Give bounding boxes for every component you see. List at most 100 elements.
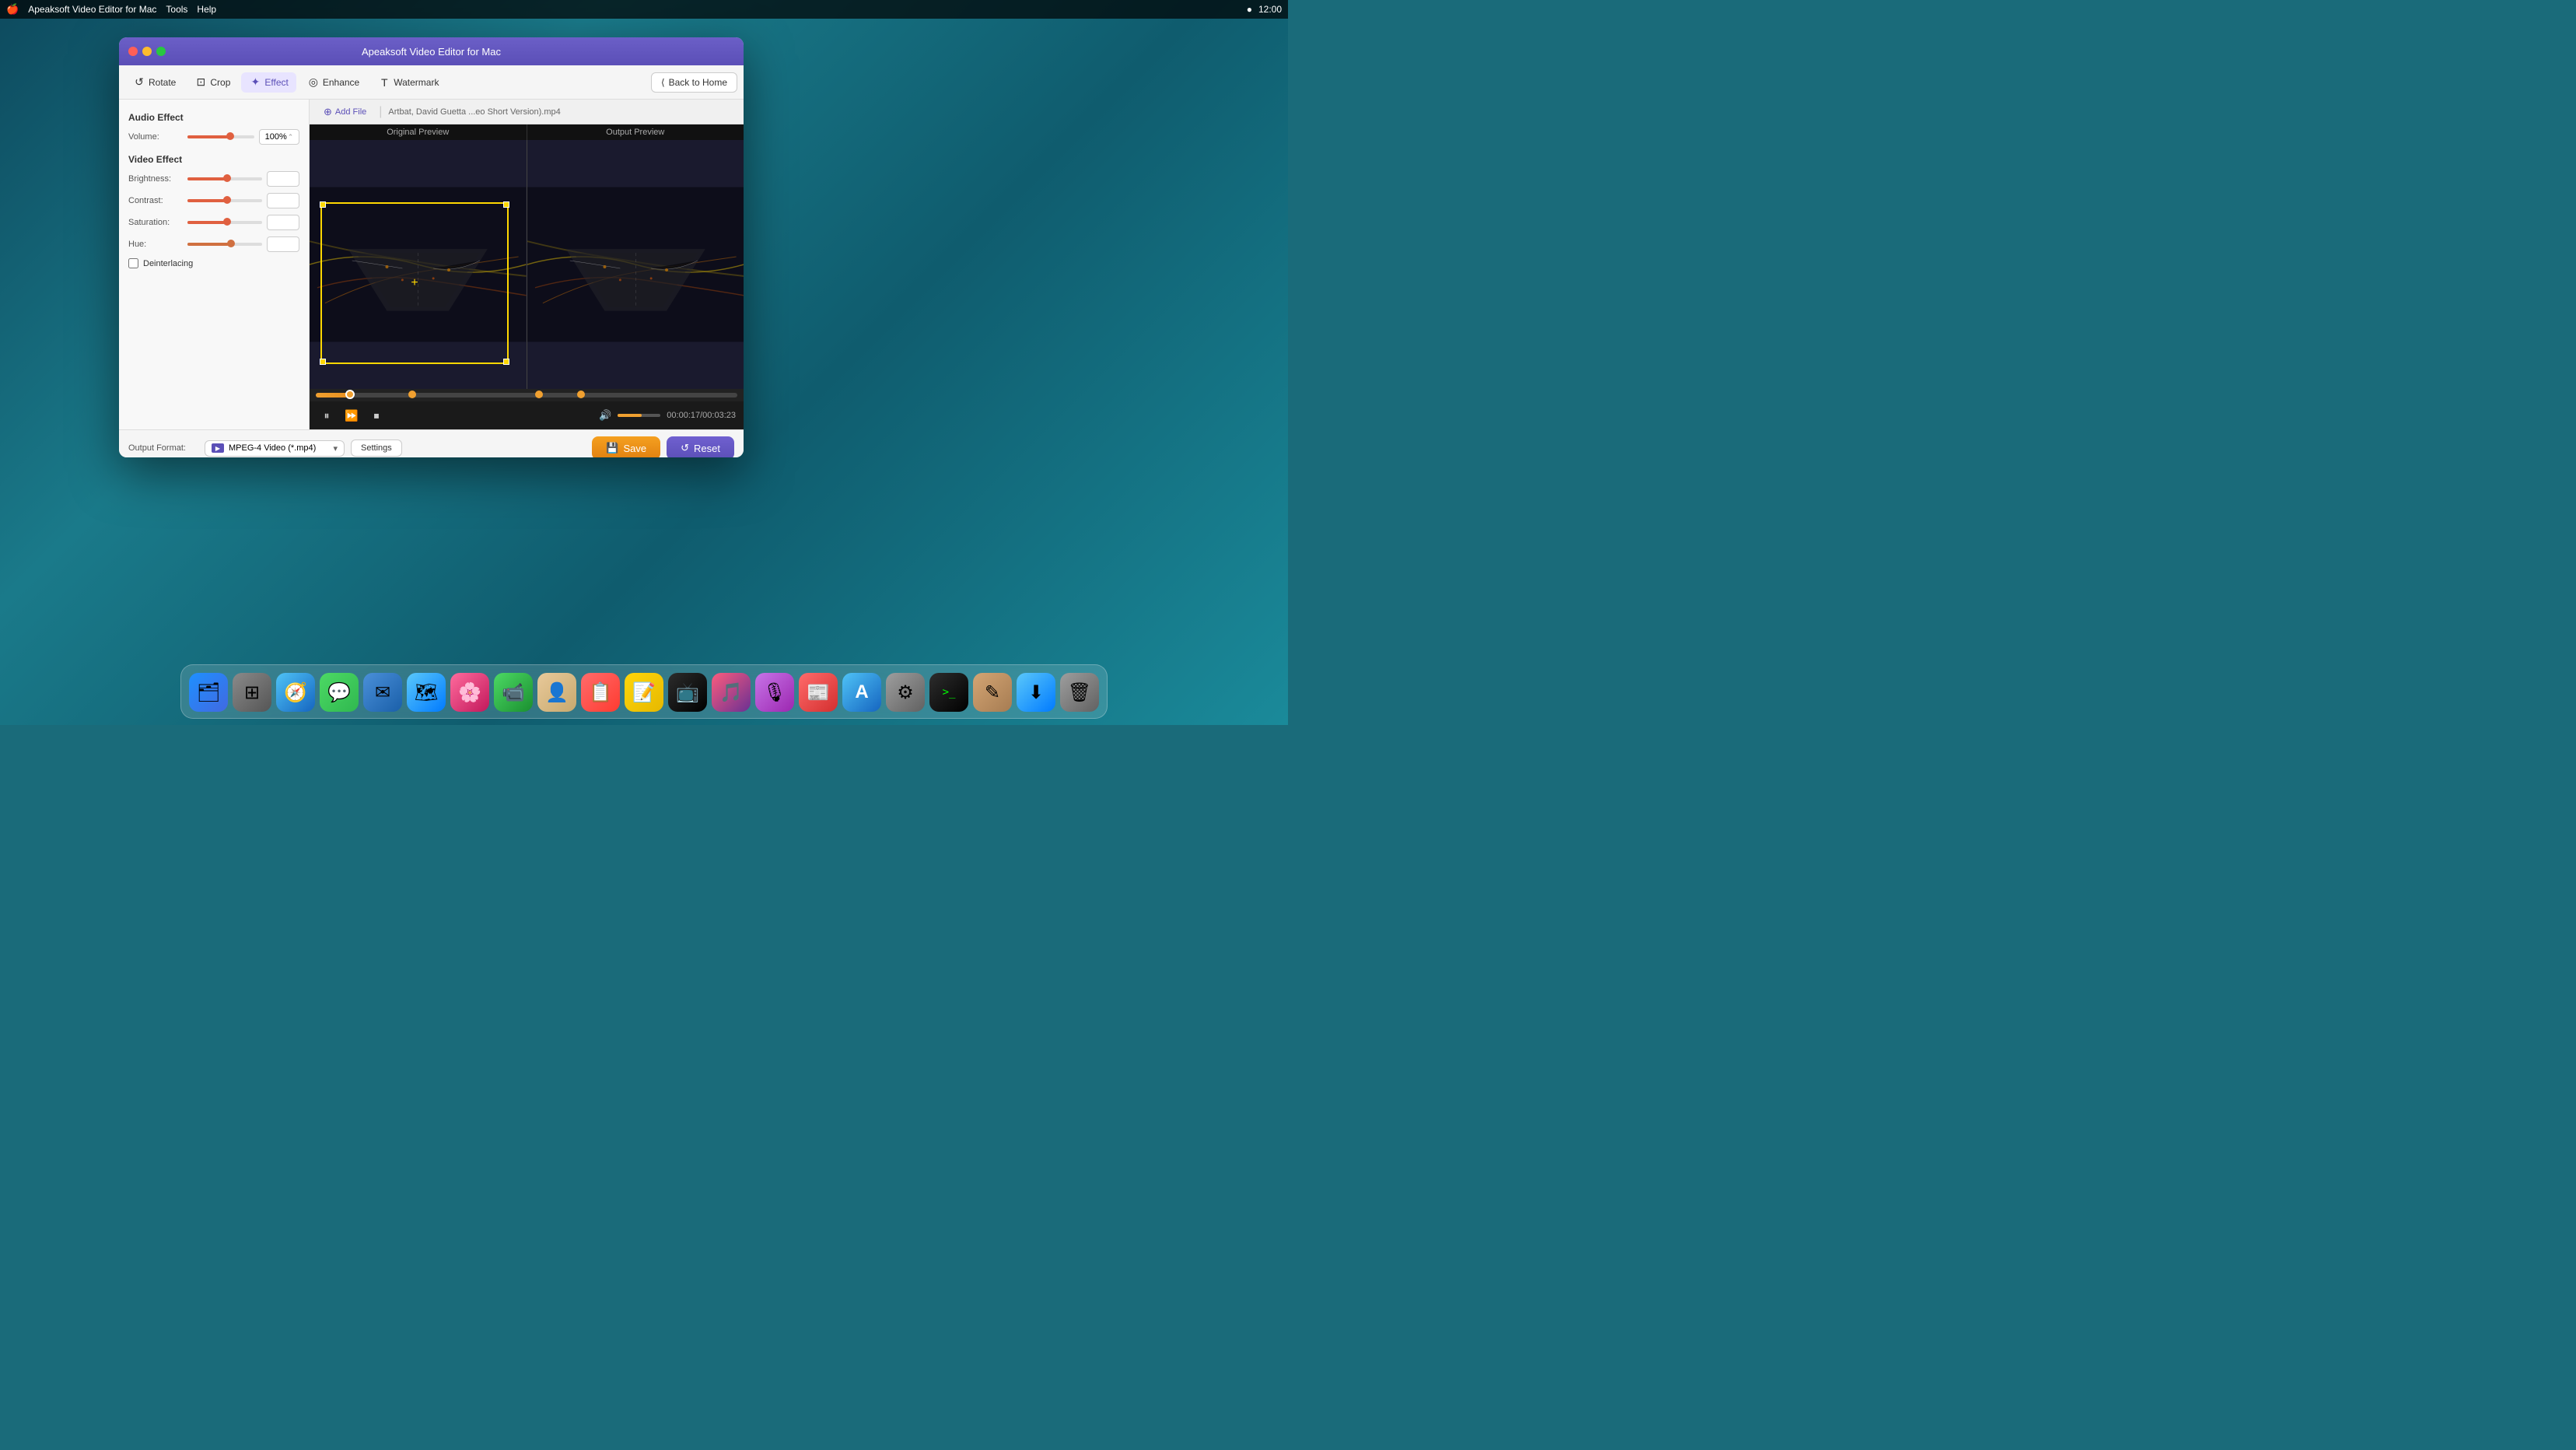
- output-format-row: Output Format: ▶ MPEG-4 Video (*.mp4) ▾ …: [128, 436, 734, 457]
- enhance-icon: ◎: [307, 76, 320, 89]
- bottom-bar: Output Format: ▶ MPEG-4 Video (*.mp4) ▾ …: [119, 429, 744, 457]
- apple-menu[interactable]: 🍎: [6, 3, 19, 16]
- toolbar: ↺ Rotate ⊡ Crop ✦ Effect ◎ Enhance T Wat…: [119, 65, 744, 100]
- volume-label: Volume:: [128, 132, 183, 142]
- dock-photos[interactable]: 🌸: [450, 673, 489, 712]
- dock-trash[interactable]: 🗑: [1060, 673, 1099, 712]
- dock-safari[interactable]: 🧭: [276, 673, 315, 712]
- saturation-row: Saturation: 0: [128, 215, 299, 230]
- dock-mail[interactable]: ✉: [363, 673, 402, 712]
- dock-facetime[interactable]: 📹: [494, 673, 533, 712]
- dock-podcasts[interactable]: 🎙: [755, 673, 794, 712]
- dock-maps[interactable]: 🗺: [407, 673, 446, 712]
- enhance-button[interactable]: ◎ Enhance: [299, 72, 367, 93]
- hue-label: Hue:: [128, 240, 183, 249]
- crop-label: Crop: [210, 77, 230, 88]
- effect-button[interactable]: ✦ Effect: [241, 72, 296, 93]
- enhance-label: Enhance: [323, 77, 359, 88]
- volume-slider[interactable]: [187, 135, 254, 138]
- menubar-wifi-icon: ●: [1247, 4, 1252, 15]
- back-to-home-button[interactable]: ⟨ Back to Home: [651, 72, 737, 93]
- dock-pencil-app[interactable]: ✎: [973, 673, 1012, 712]
- output-preview: [527, 140, 744, 389]
- progress-marker-3: [577, 391, 585, 398]
- dock-contacts[interactable]: 👤: [537, 673, 576, 712]
- volume-slider-video[interactable]: [618, 414, 660, 417]
- audio-section-title: Audio Effect: [128, 112, 299, 123]
- deinterlacing-label: Deinterlacing: [143, 259, 193, 268]
- hue-row: Hue: 0: [128, 236, 299, 252]
- hue-slider[interactable]: [187, 243, 262, 246]
- file-name: Artbat, David Guetta ...eo Short Version…: [388, 107, 560, 117]
- left-panel: Audio Effect Volume: 100% ⌃ Video Effect: [119, 100, 310, 429]
- output-preview-label: Output Preview: [527, 124, 744, 140]
- dock-terminal[interactable]: >_: [929, 673, 968, 712]
- preview-labels: Original Preview Output Preview: [310, 124, 744, 140]
- brightness-label: Brightness:: [128, 174, 183, 184]
- saturation-label: Saturation:: [128, 218, 183, 227]
- dock-appstore[interactable]: A: [842, 673, 881, 712]
- deinterlacing-checkbox[interactable]: [128, 258, 138, 268]
- time-display: 00:00:17/00:03:23: [667, 411, 736, 420]
- format-icon: ▶: [212, 443, 224, 453]
- dock-downloads[interactable]: ⬇: [1017, 673, 1055, 712]
- contrast-input[interactable]: 0: [267, 193, 299, 208]
- preview-area: +: [310, 140, 744, 389]
- pause-button[interactable]: ⏸: [317, 406, 336, 425]
- volume-row: Volume: 100% ⌃: [128, 129, 299, 145]
- save-icon: 💾: [606, 442, 618, 454]
- deinterlacing-row: Deinterlacing: [128, 258, 299, 268]
- window-title: Apeaksoft Video Editor for Mac: [362, 46, 501, 58]
- reset-button[interactable]: ↺ Reset: [667, 436, 734, 457]
- rotate-button[interactable]: ↺ Rotate: [125, 72, 184, 93]
- contrast-label: Contrast:: [128, 196, 183, 205]
- volume-stepper[interactable]: ⌃: [288, 133, 294, 142]
- dock-reminders[interactable]: 📋: [581, 673, 620, 712]
- menubar-app-name[interactable]: Apeaksoft Video Editor for Mac: [28, 4, 156, 15]
- watermark-label: Watermark: [394, 77, 439, 88]
- rotate-label: Rotate: [149, 77, 176, 88]
- add-file-button[interactable]: ⊕ Add File: [317, 103, 373, 121]
- hue-input[interactable]: 0: [267, 236, 299, 252]
- progress-bar-container: [310, 389, 744, 401]
- dock-news[interactable]: 📰: [799, 673, 838, 712]
- saturation-slider[interactable]: [187, 221, 262, 224]
- dock-launchpad[interactable]: ⊞: [233, 673, 271, 712]
- maximize-button[interactable]: [156, 47, 166, 56]
- contrast-slider[interactable]: [187, 199, 262, 202]
- add-file-icon: ⊕: [324, 106, 332, 118]
- fast-forward-button[interactable]: ⏩: [342, 406, 361, 425]
- dock-finder[interactable]: 🗂: [189, 673, 228, 712]
- original-video-content: +: [310, 140, 527, 389]
- save-button[interactable]: 💾 Save: [592, 436, 660, 457]
- minimize-button[interactable]: [142, 47, 152, 56]
- menubar-tools[interactable]: Tools: [166, 4, 187, 15]
- format-dropdown-arrow: ▾: [333, 443, 338, 454]
- saturation-input[interactable]: 0: [267, 215, 299, 230]
- watermark-icon: T: [378, 76, 390, 89]
- dock-music[interactable]: 🎵: [712, 673, 751, 712]
- back-to-home-label: Back to Home: [669, 77, 727, 88]
- output-video-content: [527, 140, 744, 389]
- original-preview: +: [310, 140, 527, 389]
- action-buttons: 💾 Save ↺ Reset: [592, 436, 734, 457]
- brightness-slider[interactable]: [187, 177, 262, 180]
- menubar-help[interactable]: Help: [197, 4, 216, 15]
- add-file-label: Add File: [335, 107, 366, 117]
- format-select[interactable]: ▶ MPEG-4 Video (*.mp4) ▾: [205, 440, 345, 457]
- close-button[interactable]: [128, 47, 138, 56]
- brightness-input[interactable]: 0: [267, 171, 299, 187]
- dock-notes[interactable]: 📝: [625, 673, 663, 712]
- stop-button[interactable]: ⏹: [367, 406, 386, 425]
- progress-track[interactable]: [316, 393, 737, 398]
- dock-systemprefs[interactable]: ⚙: [886, 673, 925, 712]
- reset-icon: ↺: [681, 442, 689, 454]
- dock-messages[interactable]: 💬: [320, 673, 359, 712]
- reset-label: Reset: [694, 443, 720, 454]
- watermark-button[interactable]: T Watermark: [370, 72, 446, 93]
- settings-button[interactable]: Settings: [351, 440, 402, 457]
- crop-button[interactable]: ⊡ Crop: [187, 72, 238, 93]
- dock-tv[interactable]: 📺: [668, 673, 707, 712]
- desktop: 🍎 Apeaksoft Video Editor for Mac Tools H…: [0, 0, 1288, 725]
- original-preview-label: Original Preview: [310, 124, 527, 140]
